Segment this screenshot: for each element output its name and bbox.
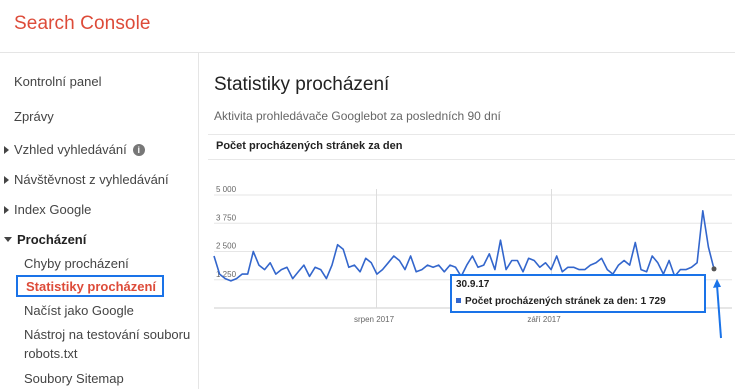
chart-series-line (213, 209, 715, 282)
y-tick-label: 2 500 (216, 242, 237, 251)
chart-tooltip: 30.9.17 Počet procházených stránek za de… (450, 274, 706, 313)
tooltip-value-row: Počet procházených stránek za den: 1 729 (456, 296, 666, 307)
sidebar-item-google-index[interactable]: Index Google (4, 202, 91, 217)
sidebar-item-label: Vzhled vyhledávání (14, 142, 127, 157)
chevron-right-icon (4, 175, 9, 184)
sidebar-item-label: Index Google (14, 202, 92, 217)
sidebar-item-dashboard[interactable]: Kontrolní panel (14, 74, 101, 89)
sidebar-item-crawl[interactable]: Procházení (4, 232, 86, 247)
sidebar-item-search-traffic[interactable]: Návštěvnost z vyhledávání (4, 172, 169, 187)
sidebar-subitem-sitemaps[interactable]: Soubory Sitemap (24, 371, 124, 386)
chevron-down-icon (4, 237, 12, 243)
brand-logo[interactable]: Search Console (14, 13, 151, 35)
x-tick-label: srpen 2017 (354, 315, 395, 324)
y-tick-label: 3 750 (216, 213, 237, 222)
annotation-arrow-line (716, 284, 722, 339)
tooltip-value: Počet procházených stránek za den: 1 729 (465, 296, 666, 307)
annotation-arrow-head (713, 278, 721, 288)
sidebar-item-messages[interactable]: Zprávy (14, 109, 54, 124)
sidebar-item-label: Návštěvnost z vyhledávání (14, 172, 169, 187)
chevron-right-icon (4, 145, 9, 154)
sidebar-subitem-robots-tester-line2[interactable]: robots.txt (24, 346, 77, 361)
top-bar: Search Console (0, 0, 735, 53)
info-icon[interactable]: i (132, 143, 145, 156)
chart-section-header: Počet procházených stránek za den (208, 134, 735, 160)
tooltip-date: 30.9.17 (456, 279, 490, 290)
sidebar: Kontrolní panel Zprávy Vzhled vyhledáván… (0, 53, 199, 389)
page-subtitle: Aktivita prohledávače Googlebot za posle… (214, 109, 501, 123)
y-tick-label: 5 000 (216, 185, 237, 194)
x-tick-label: září 2017 (527, 315, 561, 324)
crawl-chart[interactable]: 5 0003 7502 5001 250 srpen 2017 září 2017 (208, 180, 735, 340)
sidebar-item-search-appearance[interactable]: Vzhled vyhledávání i (4, 142, 145, 157)
sidebar-subitem-crawl-stats[interactable]: Statistiky procházení (16, 275, 164, 297)
page-title: Statistiky procházení (214, 74, 390, 95)
sidebar-subitem-fetch-as-google[interactable]: Načíst jako Google (24, 303, 134, 318)
legend-swatch-icon (456, 297, 461, 303)
sidebar-item-label: Statistiky procházení (26, 279, 157, 294)
sidebar-item-label: Procházení (17, 232, 87, 247)
chart-title: Počet procházených stránek za den (216, 140, 403, 152)
sidebar-subitem-robots-tester[interactable]: Nástroj na testování souboru (24, 327, 190, 342)
chart-point-highlight (711, 266, 717, 272)
chevron-right-icon (4, 205, 9, 214)
sidebar-subitem-crawl-errors[interactable]: Chyby procházení (24, 256, 129, 271)
